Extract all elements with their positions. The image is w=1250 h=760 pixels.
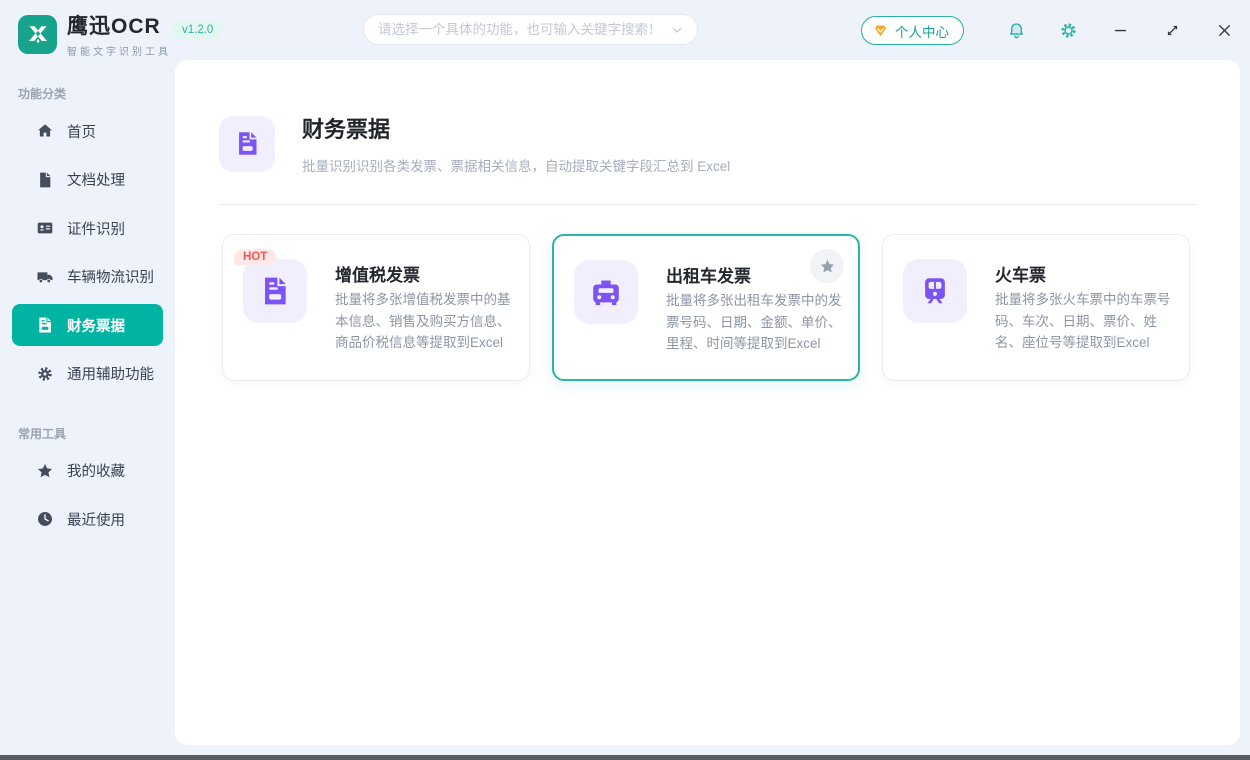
home-icon [36,122,54,140]
sidebar-item-label: 财务票据 [67,315,125,336]
card-title: 增值税发票 [335,261,420,286]
sidebar-item-general-tools[interactable]: 通用辅助功能 [12,353,163,395]
card-vat-invoice[interactable]: HOT 增值税发票 批量将多张增值税发票中的基本信息、销售及购买方信息、商品价税… [222,234,530,381]
sidebar-item-label: 我的收藏 [67,460,125,481]
truck-icon [36,268,54,286]
os-taskbar-strip [0,755,1250,760]
gear-icon [36,365,54,383]
app-name: 鹰迅OCR [67,10,171,40]
sidebar-item-label: 文档处理 [67,169,125,190]
card-description: 批量将多张增值税发票中的基本信息、销售及购买方信息、商品价税信息等提取到Exce… [335,289,521,354]
sidebar-item-vehicle-logistics[interactable]: 车辆物流识别 [12,256,163,298]
star-icon [36,462,54,480]
sidebar-item-recently-used[interactable]: 最近使用 [12,498,163,540]
vip-diamond-icon [872,22,889,39]
sidebar: 功能分类 首页 文档处理 证件识别 车辆物流识别 财务票据 通用辅助功能 常用工… [0,60,175,755]
sidebar-section-common-tools: 常用工具 [18,425,175,442]
minimize-button[interactable] [1110,20,1130,40]
card-description: 批量将多张出租车发票中的发票号码、日期、金额、单价、里程、时间等提取到Excel [666,290,852,355]
train-icon [903,259,967,323]
title-bar: 鹰迅OCR 智能文字识别工具 v1.2.0 个人中心 [0,0,1250,60]
taxi-icon [574,260,638,324]
card-description: 批量将多张火车票中的车票号码、车次、日期、票价、姓名、座位号等提取到Excel [995,289,1181,354]
sidebar-item-home[interactable]: 首页 [12,110,163,152]
page-header: 财务票据 批量识别识别各类发票、票据相关信息，自动提取关键字段汇总到 Excel [175,60,1240,175]
app-tagline: 智能文字识别工具 [67,43,171,58]
bell-icon[interactable] [1006,20,1026,40]
receipt-icon [36,316,54,334]
sidebar-item-label: 车辆物流识别 [67,266,154,287]
sidebar-item-label: 最近使用 [67,509,125,530]
star-icon [819,258,836,275]
chevron-down-icon [669,22,685,38]
card-train-ticket[interactable]: 火车票 批量将多张火车票中的车票号码、车次、日期、票价、姓名、座位号等提取到Ex… [882,234,1190,381]
page-subtitle: 批量识别识别各类发票、票据相关信息，自动提取关键字段汇总到 Excel [302,155,730,175]
resize-window-button[interactable] [1162,20,1182,40]
logo-x-icon [18,15,57,54]
card-title: 出租车发票 [666,262,751,287]
close-button[interactable] [1214,20,1234,40]
sidebar-item-label: 通用辅助功能 [67,363,154,384]
sidebar-item-label: 首页 [67,121,96,142]
personal-center-button[interactable]: 个人中心 [861,16,964,45]
sidebar-item-favorites[interactable]: 我的收藏 [12,450,163,492]
function-search-select[interactable] [363,14,698,45]
document-icon [36,171,54,189]
id-card-icon [36,219,54,237]
function-cards: HOT 增值税发票 批量将多张增值税发票中的基本信息、销售及购买方信息、商品价税… [175,205,1240,381]
sidebar-section-function-categories: 功能分类 [18,85,175,102]
card-taxi-invoice[interactable]: 出租车发票 批量将多张出租车发票中的发票号码、日期、金额、单价、里程、时间等提取… [552,234,860,381]
card-title: 火车票 [995,261,1046,286]
sidebar-item-label: 证件识别 [67,218,125,239]
favorite-star-button[interactable] [810,249,844,283]
sidebar-item-id-recognition[interactable]: 证件识别 [12,207,163,249]
invoice-icon [243,259,307,323]
search-input[interactable] [378,22,669,37]
sidebar-item-financial-bills[interactable]: 财务票据 [12,304,163,346]
receipt-icon [219,116,275,172]
hot-badge: HOT [234,249,276,265]
personal-center-label: 个人中心 [895,21,949,41]
version-badge: v1.2.0 [172,21,223,39]
sidebar-item-document-processing[interactable]: 文档处理 [12,159,163,201]
main-panel: 财务票据 批量识别识别各类发票、票据相关信息，自动提取关键字段汇总到 Excel… [175,60,1240,745]
clock-icon [36,510,54,528]
page-title: 财务票据 [302,112,730,144]
app-logo: 鹰迅OCR 智能文字识别工具 [18,10,171,58]
settings-gear-icon[interactable] [1058,20,1078,40]
